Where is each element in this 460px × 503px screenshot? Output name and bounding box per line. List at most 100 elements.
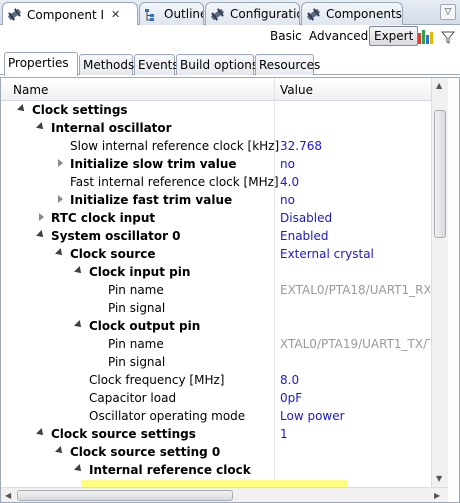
property-value[interactable]: 32.768 [280,139,430,153]
property-name: Oscillator operating mode [89,409,246,423]
property-value[interactable]: no [280,157,430,171]
table-row[interactable]: Initialize slow trim value no [1,155,431,173]
property-name: Clock frequency [MHz] [89,373,225,387]
scroll-down-icon[interactable]: ▼ [436,474,442,483]
table-row[interactable]: Clock source External crystal [1,245,431,263]
table-row[interactable]: RTC clock input Disabled [1,209,431,227]
table-row[interactable]: Clock source settings 1 [1,425,431,443]
collapse-icon[interactable] [55,446,65,456]
table-row[interactable]: Clock frequency [MHz] 8.0 [1,371,431,389]
expand-icon[interactable] [58,195,63,203]
expand-icon[interactable] [58,159,63,167]
close-icon[interactable]: ✕ [111,8,120,21]
table-row[interactable]: Pin name EXTAL0/PTA18/UART1_RX/T [1,281,431,299]
components-icon [306,7,321,22]
advanced-mode-button[interactable]: Advanced [309,29,368,43]
tab-label: Outline [164,7,204,21]
configuration-icon [210,7,225,22]
table-row[interactable]: Clock input pin [1,263,431,281]
property-name: Clock source settings [51,427,196,441]
property-name: Clock input pin [89,265,191,279]
chevron-down-icon: ▽ [444,7,452,17]
property-value[interactable]: 0pF [280,391,430,405]
view-menu-button[interactable]: ▽ [440,4,456,20]
property-name: RTC clock input [51,211,156,225]
tab-build-options[interactable]: Build options [176,54,258,75]
filter-icon[interactable] [440,29,456,45]
property-value[interactable]: Low power [280,409,430,423]
table-row[interactable]: Clock source setting 0 [1,443,431,461]
property-value[interactable]: no [280,193,430,207]
property-name: Slow internal reference clock [kHz] [70,139,280,153]
horizontal-scroll-thumb[interactable] [17,490,233,501]
collapse-icon[interactable] [74,266,84,276]
collapse-icon[interactable] [36,122,46,132]
property-value[interactable]: External crystal [280,247,430,261]
table-row[interactable]: Slow internal reference clock [kHz] 32.7… [1,137,431,155]
tab-properties[interactable]: Properties [4,52,78,76]
property-value[interactable]: Enabled [280,229,430,243]
property-value[interactable]: XTAL0/PTA19/UART1_TX/TP [280,337,430,351]
table-row[interactable]: System oscillator 0 Enabled [1,227,431,245]
basic-mode-button[interactable]: Basic [270,29,302,43]
table-row[interactable]: Pin signal [1,353,431,371]
view-tab-bar: Component I ✕ Outline Configuratio Compo… [0,0,460,26]
collapse-icon[interactable] [55,248,65,258]
collapse-icon[interactable] [74,464,84,474]
scroll-left-icon[interactable]: ◀ [5,491,11,500]
expert-mode-button[interactable]: Expert [369,26,419,46]
property-name: Clock source setting 0 [70,445,221,459]
collapse-icon[interactable] [74,320,84,330]
table-row[interactable]: Oscillator operating mode Low power [1,407,431,425]
table-row[interactable]: Internal oscillator [1,119,431,137]
vertical-scroll-thumb[interactable] [434,110,446,238]
tab-resources[interactable]: Resources [255,54,320,75]
inspector-tab-bar: Properties Methods Events Build options … [0,51,460,76]
bar-chart-icon[interactable] [417,29,435,45]
property-value[interactable]: 4.0 [280,175,430,189]
component-inspector-icon [7,7,22,22]
table-row[interactable]: Pin signal [1,299,431,317]
collapse-icon[interactable] [17,104,27,114]
scroll-right-icon[interactable]: ▶ [434,491,440,500]
tab-label: Components [326,7,402,21]
property-name: Initialize fast trim value [70,193,233,207]
collapse-icon[interactable] [36,230,46,240]
property-name: Initialize slow trim value [70,157,237,171]
tab-configuration[interactable]: Configuratio [205,2,300,25]
property-name: System oscillator 0 [51,229,181,243]
vertical-scrollbar[interactable]: ▲ ▼ [431,78,448,487]
properties-table: Name Value Clock settings Internal oscil… [0,77,460,503]
property-value[interactable]: EXTAL0/PTA18/UART1_RX/T [280,283,430,297]
property-name: Pin signal [108,355,166,369]
property-name: Internal oscillator [51,121,172,135]
tab-label: Configuratio [230,7,300,21]
property-name: Internal reference clock [89,463,251,477]
property-name: Clock source [70,247,156,261]
tab-events[interactable]: Events [134,54,179,75]
property-name: Fast internal reference clock [MHz] [70,175,279,189]
property-value[interactable]: Disabled [280,211,430,225]
table-row[interactable]: Initialize fast trim value no [1,191,431,209]
property-value[interactable]: 8.0 [280,373,430,387]
tab-outline[interactable]: Outline [139,2,204,25]
table-row[interactable]: Clock output pin [1,317,431,335]
column-header-value[interactable]: Value [280,83,313,97]
table-row[interactable]: Clock settings [1,101,431,119]
table-row[interactable]: Pin name XTAL0/PTA19/UART1_TX/TP [1,335,431,353]
collapse-icon[interactable] [36,428,46,438]
tab-methods[interactable]: Methods [79,54,134,75]
tab-components[interactable]: Components [301,2,403,25]
horizontal-scrollbar[interactable]: ◀ ▶ [1,487,448,502]
scroll-up-icon[interactable]: ▲ [436,81,442,90]
property-value[interactable]: 1 [280,427,430,441]
table-row[interactable]: Capacitor load 0pF [1,389,431,407]
property-name: Clock output pin [89,319,201,333]
tab-component-inspector[interactable]: Component I ✕ [2,2,138,26]
table-row[interactable]: Internal reference clock [1,461,431,479]
column-header-name[interactable]: Name [13,83,48,97]
table-row[interactable]: Fast internal reference clock [MHz] 4.0 [1,173,431,191]
property-name: Pin signal [108,301,166,315]
expand-icon[interactable] [39,213,44,221]
property-name: Capacitor load [89,391,177,405]
